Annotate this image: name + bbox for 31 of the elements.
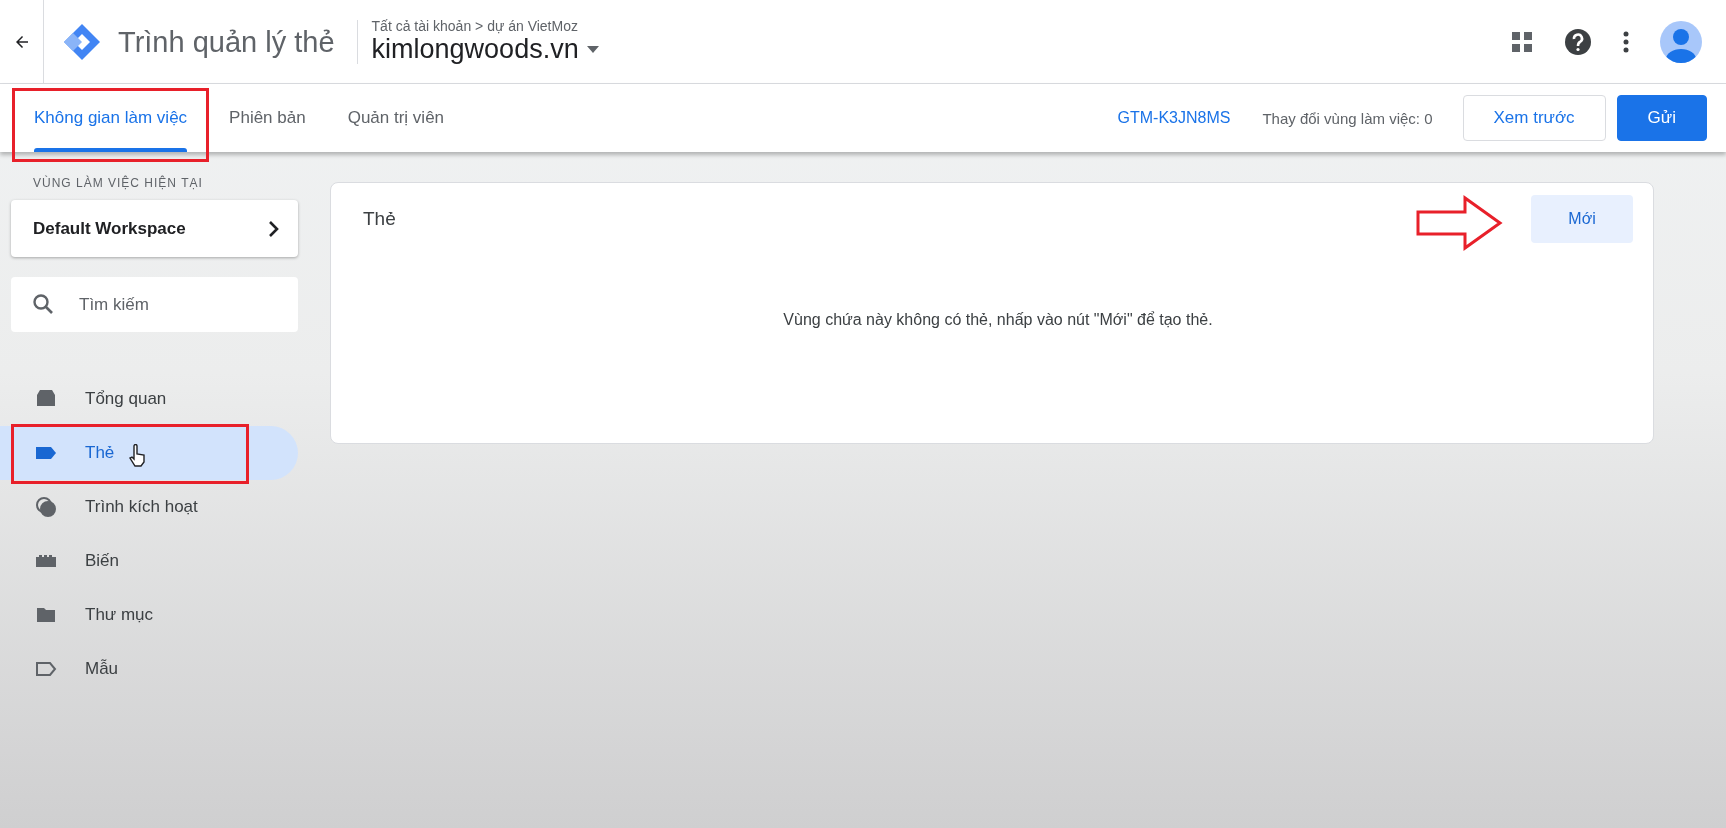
- search-icon: [31, 292, 55, 316]
- account-breadcrumb: Tất cả tài khoản > dự án VietMoz: [371, 18, 579, 34]
- workspace-selector[interactable]: Default Workspace: [11, 200, 298, 257]
- search-field[interactable]: Tìm kiếm: [11, 277, 298, 332]
- nav-tab[interactable]: Phiên bản: [211, 84, 324, 152]
- container-id-link[interactable]: GTM-K3JN8MS: [1117, 109, 1231, 127]
- chevron-right-icon: [268, 219, 280, 238]
- help-icon[interactable]: [1564, 27, 1592, 56]
- sidebar-item[interactable]: Biến: [0, 534, 298, 588]
- submit-button[interactable]: Gửi: [1616, 95, 1707, 141]
- more-menu-icon[interactable]: [1622, 30, 1630, 53]
- sidebar-item[interactable]: Trình kích hoạt: [0, 480, 298, 534]
- card-title: Thẻ: [363, 208, 396, 230]
- section-label: VÙNG LÀM VIỆC HIỆN TẠI: [33, 176, 204, 190]
- caret-icon: [586, 45, 599, 54]
- new-button[interactable]: Mới: [1531, 195, 1633, 243]
- nav-tab[interactable]: Quản trị viên: [329, 84, 463, 152]
- trigger-icon: [33, 495, 59, 519]
- container-selector[interactable]: kimlongwoods.vn: [371, 34, 599, 65]
- sidebar-item[interactable]: Mẫu: [0, 642, 298, 696]
- pointer-cursor-icon: [128, 444, 148, 468]
- sidebar-item[interactable]: Tổng quan: [0, 372, 298, 426]
- workspace-changes: Thay đổi vùng làm việc: 0: [1262, 109, 1433, 127]
- diamond-logo-icon: [62, 21, 102, 62]
- avatar[interactable]: [1660, 20, 1702, 63]
- apps-icon[interactable]: [1510, 29, 1534, 54]
- empty-message: Vùng chứa này không có thẻ, nhấp vào nút "Mới" để tạo thẻ.: [782, 311, 1214, 329]
- sidebar-item[interactable]: Thư mục: [0, 588, 298, 642]
- product-title: Trình quản lý thẻ: [118, 19, 358, 64]
- preview-button[interactable]: Xem trước: [1462, 95, 1606, 141]
- nav-tab[interactable]: Không gian làm việc: [16, 84, 206, 152]
